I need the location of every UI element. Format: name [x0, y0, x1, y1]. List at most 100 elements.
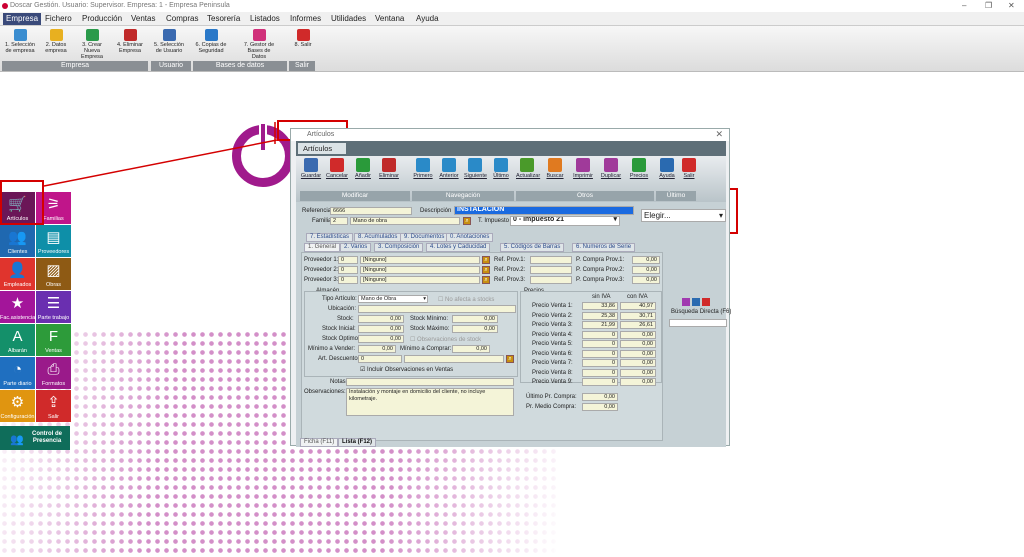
precio-venta-3-sin-iva[interactable]: 21,99	[582, 321, 618, 329]
referencia-field[interactable]: 6666	[330, 207, 412, 215]
precio-venta-1-con-iva[interactable]: 40,97	[620, 302, 656, 310]
toolbar-add-button[interactable]: Añadir	[352, 158, 374, 179]
chevron-down-icon: ▾	[423, 296, 426, 302]
tab-lista[interactable]: Lista (F12)	[338, 438, 377, 447]
notas-field[interactable]	[346, 378, 514, 386]
toolbar-delete-button[interactable]: Eliminar	[378, 158, 400, 179]
precio-venta-6-con-iva[interactable]: 0,00	[620, 349, 656, 358]
pcompra-prov-1-field[interactable]: 0,00	[632, 256, 660, 264]
proveedor-1-search-icon[interactable]: ⌕	[482, 256, 490, 264]
pcompra-prov-3-field[interactable]: 0,00	[632, 276, 660, 284]
impuesto-select[interactable]: 0 - Impuesto 21 ▾	[510, 216, 620, 226]
proveedor-2-code[interactable]: 0	[338, 266, 358, 274]
search-label: Buscar	[546, 173, 564, 179]
toolbar-save-button[interactable]: Guardar	[300, 158, 322, 179]
tab-back-1[interactable]: 8. Acumulados	[354, 233, 402, 242]
precio-venta-2-sin-iva[interactable]: 25,38	[582, 311, 618, 320]
minimo-comprar-field[interactable]: 0,00	[452, 345, 490, 353]
toolbar-help-button[interactable]: Ayuda	[656, 158, 678, 179]
ref-prov-3-field[interactable]	[530, 276, 572, 284]
tab-front-1[interactable]: 2. Varios	[340, 243, 372, 252]
stock-maximo-field[interactable]: 0,00	[452, 325, 498, 333]
precio-venta-8-con-iva[interactable]: 0,00	[620, 368, 656, 377]
stock-optimo-field[interactable]: 0,00	[358, 335, 404, 343]
precio-venta-5-sin-iva[interactable]: 0	[582, 340, 618, 348]
pcompra-prov-2-field[interactable]: 0,00	[632, 266, 660, 274]
precio-venta-5-con-iva[interactable]: 0,00	[620, 340, 656, 348]
toolbar-next-button[interactable]: Siguiente	[464, 158, 487, 179]
precio-venta-9-sin-iva[interactable]: 0	[582, 378, 618, 386]
incluir-obs-checkbox[interactable]: ☑ Incluir Observaciones en Ventas	[360, 366, 453, 373]
proveedor-2-search-icon[interactable]: ⌕	[482, 266, 490, 274]
eye-icon[interactable]	[691, 298, 700, 306]
toolbar-cancel-button[interactable]: Cancelar	[326, 158, 348, 179]
cancel-icon[interactable]	[701, 298, 710, 306]
exit-label: Salir	[683, 173, 695, 179]
art-descuento-field[interactable]: 0	[358, 355, 402, 363]
precio-venta-7-con-iva[interactable]: 0,00	[620, 359, 656, 367]
no-stocks-checkbox[interactable]: ☐ No afecta a stocks	[438, 296, 494, 303]
stock-minimo-field[interactable]: 0,00	[452, 315, 498, 323]
toolbar-previous-button[interactable]: Anterior	[438, 158, 460, 179]
precio-venta-2-label: Precio Venta 2:	[532, 312, 573, 319]
proveedor-3-search-icon[interactable]: ⌕	[482, 276, 490, 284]
precio-venta-2-con-iva[interactable]: 30,71	[620, 311, 656, 320]
precio-venta-9-con-iva[interactable]: 0,00	[620, 378, 656, 386]
toolbar-print-button[interactable]: Imprimir	[572, 158, 594, 179]
familia-code-field[interactable]: 2	[330, 217, 348, 225]
tipo-articulo-select[interactable]: Mano de Obra ▾	[358, 295, 428, 303]
descuento-search-icon[interactable]: ⌕	[506, 355, 514, 363]
tab-front-0[interactable]: 1. General	[304, 243, 341, 252]
proveedor-1-code[interactable]: 0	[338, 256, 358, 264]
tab-back-3[interactable]: 0. Anotaciones	[446, 233, 494, 242]
toolbar-refresh-button[interactable]: Actualizar	[516, 158, 540, 179]
group-modificar: Modificar	[300, 191, 410, 201]
precio-venta-1-sin-iva[interactable]: 33,86	[582, 302, 618, 310]
toolbar-last-button[interactable]: Último	[490, 158, 512, 179]
ref-prov-2-field[interactable]	[530, 266, 572, 274]
obs-stock-checkbox[interactable]: ☐ Observaciones de stock	[410, 336, 481, 343]
precio-venta-8-sin-iva[interactable]: 0	[582, 368, 618, 377]
toolbar-search-button[interactable]: Buscar	[544, 158, 566, 179]
stock-field[interactable]: 0,00	[358, 315, 404, 323]
ubicacion-field[interactable]	[358, 305, 516, 313]
precio-venta-5-label: Precio Venta 5:	[532, 341, 573, 347]
tab-articulos[interactable]: Artículos	[298, 143, 346, 154]
familia-search-icon[interactable]: ⌕	[463, 217, 471, 225]
calendar-icon[interactable]	[682, 298, 690, 306]
precio-venta-7-sin-iva[interactable]: 0	[582, 359, 618, 367]
first-label: Primero	[413, 173, 433, 179]
con-iva-header: con IVA	[627, 294, 648, 300]
proveedor-3-label: Proveedor 3:	[304, 277, 339, 283]
descripcion-field[interactable]: INSTALACION	[454, 206, 634, 215]
minimo-vender-label: Mínimo a Vender:	[308, 346, 356, 352]
tab-back-2[interactable]: 9. Documentos	[400, 233, 449, 242]
tab-front-5[interactable]: 6. Numeros de Serie	[572, 243, 636, 252]
tab-front-3[interactable]: 4. Lotes y Caducidad	[426, 243, 491, 252]
tab-front-2[interactable]: 3. Composición	[374, 243, 424, 252]
minimo-vender-field[interactable]: 0,00	[358, 345, 396, 353]
toolbar-exit-button[interactable]: Salir	[678, 158, 700, 179]
precio-venta-4-con-iva[interactable]: 0,00	[620, 330, 656, 339]
tab-front-4[interactable]: 5. Códigos de Barras	[500, 243, 565, 252]
tab-ficha[interactable]: Ficha (F11)	[300, 438, 339, 447]
minimo-comprar-label: Mínimo a Comprar:	[400, 346, 452, 352]
previous-label: Anterior	[439, 173, 459, 179]
ref-prov-1-field[interactable]	[530, 256, 572, 264]
precio-venta-4-sin-iva[interactable]: 0	[582, 330, 618, 339]
observaciones-field[interactable]: Instalación y montaje en domicilio del c…	[346, 388, 514, 416]
precio-venta-3-con-iva[interactable]: 26,61	[620, 321, 656, 329]
busqueda-directa-field[interactable]	[669, 319, 727, 327]
exit-icon	[682, 158, 696, 172]
elegir-select[interactable]: Elegir... ▾	[641, 209, 726, 222]
impuesto-label: T. Impuesto	[478, 218, 510, 224]
ultimo-compra-field: 0,00	[582, 393, 618, 401]
precio-venta-6-sin-iva[interactable]: 0	[582, 349, 618, 358]
toolbar-duplicate-button[interactable]: Duplicar	[600, 158, 622, 179]
proveedor-3-code[interactable]: 0	[338, 276, 358, 284]
close-window-icon[interactable]: ✕	[715, 129, 723, 140]
stock-inicial-field[interactable]: 0,00	[358, 325, 404, 333]
toolbar-first-button[interactable]: Primero	[412, 158, 434, 179]
tab-back-0[interactable]: 7. Estadísticas	[306, 233, 354, 242]
toolbar-prices-button[interactable]: Precios	[628, 158, 650, 179]
